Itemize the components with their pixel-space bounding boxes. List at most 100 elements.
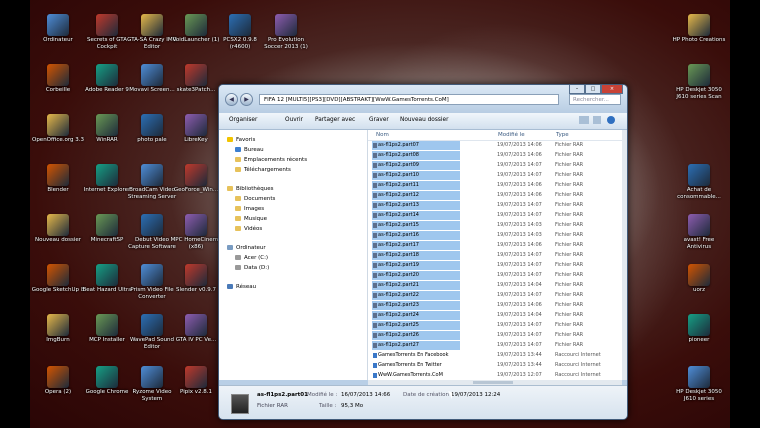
file-row[interactable]: GamesTorrents En Facebook 19/07/2013 13:4… (372, 351, 620, 360)
forward-button[interactable]: ▶ (240, 93, 253, 106)
desktop-icon[interactable]: Achat de consommable... (672, 164, 726, 200)
nav-images[interactable]: Images (235, 206, 264, 212)
nav-videos[interactable]: Vidéos (235, 226, 262, 232)
desktop-icon[interactable]: GTA IV PC Ve... (169, 314, 223, 344)
app-icon (47, 14, 69, 36)
desktop-icon[interactable]: Corbeille (31, 64, 85, 94)
nav-favorites[interactable]: Favoris (227, 137, 255, 143)
desktop-icon[interactable]: Opera (2) (31, 366, 85, 396)
nav-libraries[interactable]: Bibliothèques (227, 186, 273, 192)
file-name: as-fl1ps2.part13 (378, 202, 419, 208)
file-row[interactable]: as-fl1ps2.part24 19/07/2013 14:04 Fichier … (372, 311, 620, 320)
desktop-icon[interactable]: OpenOffice.org 3.3 (31, 114, 85, 144)
file-row[interactable]: as-fl1ps2.part20 19/07/2013 14:07 Fichier … (372, 271, 620, 280)
file-row[interactable]: as-fl1ps2.part09 19/07/2013 14:07 Fichier … (372, 161, 620, 170)
file-row[interactable]: as-fl1ps2.part11 19/07/2013 14:06 Fichier … (372, 181, 620, 190)
file-row[interactable]: as-fl1ps2.part15 19/07/2013 14:03 Fichier … (372, 221, 620, 230)
nav-network[interactable]: Réseau (227, 284, 256, 290)
file-row[interactable]: as-fl1ps2.part26 19/07/2013 14:07 Fichier … (372, 331, 620, 340)
desktop-icon-label: Achat de consommable... (677, 187, 721, 200)
file-row[interactable]: WwW.GamesTorrents.CoM 19/07/2013 12:07 Rac… (372, 371, 620, 380)
nav-music[interactable]: Musique (235, 216, 267, 222)
file-row[interactable]: as-fl1ps2.part19 19/07/2013 14:07 Fichier … (372, 261, 620, 270)
nav-drive-d[interactable]: Data (D:) (235, 265, 269, 271)
desktop-icon[interactable]: HP Deskjet 3050 J610 series Scan (672, 64, 726, 100)
nav-computer[interactable]: Ordinateur (227, 245, 266, 251)
nav-desktop[interactable]: Bureau (235, 147, 264, 153)
desktop-icon[interactable]: Nouveau dossier (31, 214, 85, 244)
desktop-icon[interactable]: LibreKey (169, 114, 223, 144)
vertical-scrollbar[interactable] (622, 130, 627, 380)
desktop-icon[interactable]: pioneer (672, 314, 726, 344)
desktop-icon[interactable]: Pro Evolution Soccer 2013 (1) (259, 14, 313, 50)
file-modified: 19/07/2013 14:04 (497, 282, 542, 288)
explorer-window[interactable]: ◀ ▶ FIFA 12 [MULTI5][PS3][DVD][ABSTRAKT]… (218, 84, 628, 420)
details-pane: as-fl1ps2.part01 Fichier RAR Modifié le … (219, 385, 627, 419)
desktop-icon-label: pioneer (688, 337, 710, 343)
desktop-icon[interactable]: MPC HomeCinema (x86) (169, 214, 223, 250)
desktop-icon[interactable]: GeoForce_Win... (169, 164, 223, 194)
address-path: FIFA 12 [MULTI5][PS3][DVD][ABSTRAKT][WwW… (264, 97, 449, 103)
search-input[interactable]: Rechercher... (569, 94, 621, 105)
file-row[interactable]: GamesTorrents En Twitter 19/07/2013 13:44… (372, 361, 620, 370)
desktop-icon[interactable]: ImgBurn (31, 314, 85, 344)
file-modified: 19/07/2013 14:07 (497, 272, 542, 278)
preview-pane-icon[interactable] (593, 116, 601, 124)
file-row[interactable]: as-fl1ps2.part12 19/07/2013 14:06 Fichier … (372, 191, 620, 200)
file-row[interactable]: as-fl1ps2.part16 19/07/2013 14:03 Fichier … (372, 231, 620, 240)
burn-button[interactable]: Graver (369, 117, 389, 123)
minimize-button[interactable]: – (569, 85, 585, 94)
file-row[interactable]: as-fl1ps2.part14 19/07/2013 14:07 Fichier … (372, 211, 620, 220)
share-button[interactable]: Partager avec (315, 117, 355, 123)
new-folder-button[interactable]: Nouveau dossier (400, 117, 448, 123)
file-modified: 19/07/2013 14:06 (497, 242, 542, 248)
file-row[interactable]: as-fl1ps2.part10 19/07/2013 14:07 Fichier … (372, 171, 620, 180)
file-row[interactable]: as-fl1ps2.part27 19/07/2013 14:07 Fichier … (372, 341, 620, 350)
nav-downloads[interactable]: Téléchargements (235, 167, 291, 173)
address-bar[interactable]: FIFA 12 [MULTI5][PS3][DVD][ABSTRAKT][WwW… (259, 94, 559, 105)
file-row[interactable]: as-fl1ps2.part21 19/07/2013 14:04 Fichier … (372, 281, 620, 290)
file-type: Fichier RAR (555, 282, 584, 288)
file-row[interactable]: as-fl1ps2.part22 19/07/2013 14:07 Fichier … (372, 291, 620, 300)
desktop-icon[interactable]: uorz (672, 264, 726, 294)
open-button[interactable]: Ouvrir (285, 117, 303, 123)
desktop-icon[interactable]: Blender (31, 164, 85, 194)
organize-button[interactable]: Organiser (229, 117, 257, 123)
maximize-button[interactable]: □ (585, 85, 601, 94)
column-type[interactable]: Type (556, 132, 569, 138)
nav-drive-c[interactable]: Acer (C:) (235, 255, 268, 261)
file-modified: 19/07/2013 14:07 (497, 172, 542, 178)
view-options-icon[interactable] (579, 116, 589, 124)
details-filetype: Fichier RAR (257, 403, 288, 409)
close-button[interactable]: × (601, 85, 623, 94)
file-modified: 19/07/2013 14:07 (497, 342, 542, 348)
scroll-thumb[interactable] (473, 381, 513, 384)
file-row[interactable]: as-fl1ps2.part17 19/07/2013 14:06 Fichier … (372, 241, 620, 250)
help-icon[interactable] (607, 116, 615, 124)
app-icon (141, 264, 163, 286)
back-button[interactable]: ◀ (225, 93, 238, 106)
file-row[interactable]: as-fl1ps2.part07 19/07/2013 14:06 Fichier … (372, 141, 620, 150)
desktop-icon[interactable]: avast! Free Antivirus (672, 214, 726, 250)
file-name: as-fl1ps2.part20 (378, 272, 419, 278)
nav-documents[interactable]: Documents (235, 196, 275, 202)
column-name[interactable]: Nom (376, 132, 389, 138)
column-modified[interactable]: Modifié le (498, 132, 525, 138)
desktop-icon[interactable]: skate3Patch... (169, 64, 223, 94)
desktop-icon[interactable]: Google SketchUp 8 (31, 264, 85, 294)
file-row[interactable]: as-fl1ps2.part25 19/07/2013 14:07 Fichier … (372, 321, 620, 330)
file-row[interactable]: as-fl1ps2.part08 19/07/2013 14:06 Fichier … (372, 151, 620, 160)
nav-recent[interactable]: Emplacements récents (235, 157, 307, 163)
file-row[interactable]: as-fl1ps2.part13 19/07/2013 14:07 Fichier … (372, 201, 620, 210)
desktop-icon[interactable]: Slender v0.9.7 (169, 264, 223, 294)
desktop-icon[interactable]: Pipix v2.8.1 (169, 366, 223, 396)
file-modified: 19/07/2013 14:07 (497, 202, 542, 208)
desktop-icon[interactable]: HP Deskjet 3050 J610 series (672, 366, 726, 402)
file-type: Fichier RAR (555, 242, 584, 248)
desktop-icon[interactable]: Ordinateur (31, 14, 85, 44)
file-row[interactable]: as-fl1ps2.part23 19/07/2013 14:06 Fichier … (372, 301, 620, 310)
app-icon (141, 366, 163, 388)
file-modified: 19/07/2013 14:03 (497, 222, 542, 228)
desktop-icon[interactable]: HP Photo Creations (672, 14, 726, 44)
file-row[interactable]: as-fl1ps2.part18 19/07/2013 14:07 Fichier … (372, 251, 620, 260)
